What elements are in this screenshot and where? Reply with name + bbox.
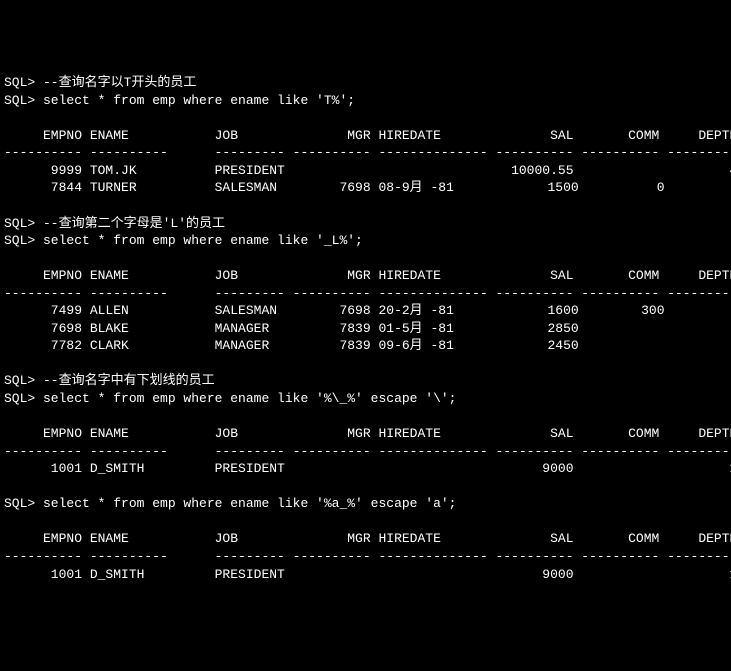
terminal-output: SQL> --查询名字以T开头的员工 SQL> select * from em…	[4, 74, 727, 583]
